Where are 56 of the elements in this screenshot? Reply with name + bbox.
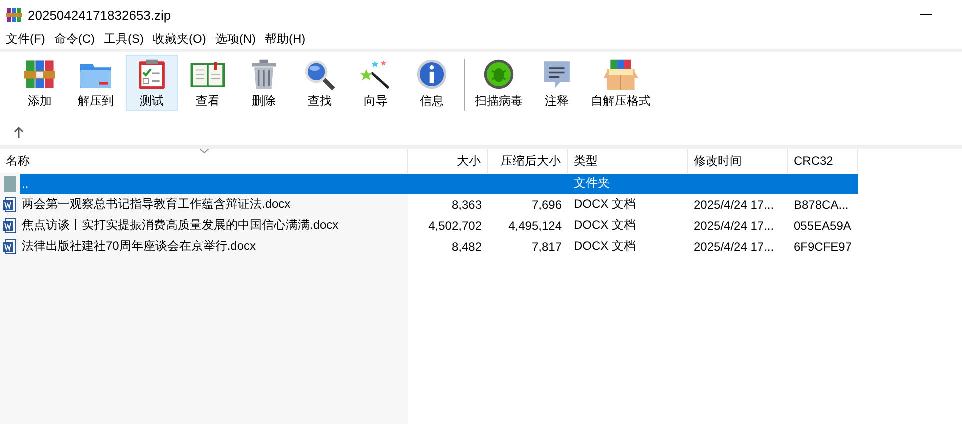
toolbar-button[interactable]: 扫描病毒 (471, 55, 527, 111)
toolbar-button[interactable]: 向导 (350, 55, 402, 111)
word-document-icon (3, 238, 17, 254)
table-cell-text: B878CA... (793, 198, 850, 212)
file-row[interactable]: 焦点访谈丨实打实提振消费高质量发展的中国信心满满.docx 4,502,702 4,495,124 DOCX 文档 2025/4/24 17... 055EA59A (20, 216, 858, 236)
table-cell-text: 7,817 (530, 240, 563, 254)
file-name: 焦点访谈丨实打实提振消费高质量发展的中国信心满满.docx (21, 217, 340, 234)
menu-item[interactable]: 工具(S) (102, 31, 151, 48)
toolbar-button[interactable]: 测试 (126, 55, 178, 111)
menu-item[interactable]: 文件(F) (4, 31, 52, 48)
file-name: 两会第一观察总书记指导教育工作蕴含辩证法.docx (21, 196, 292, 213)
column-header[interactable]: 压缩后大小 (488, 149, 568, 173)
toolbar-button[interactable]: 添加 (14, 55, 66, 111)
toolbar-button[interactable]: 查看 (182, 55, 234, 111)
menu-item[interactable]: 收藏夹(O) (151, 31, 214, 48)
column-header[interactable]: CRC32 (788, 149, 858, 173)
minimize-icon[interactable] (920, 14, 932, 16)
folder-icon (4, 176, 16, 192)
column-header[interactable]: 大小 (408, 149, 488, 173)
column-header[interactable]: 修改时间 (688, 149, 788, 173)
toolbar-button[interactable]: 删除 (238, 55, 290, 111)
table-cell-text: 2025/4/24 17... (693, 218, 776, 232)
file-name: 法律出版社建社70周年座谈会在京举行.docx (21, 238, 258, 255)
window-title: 20250424171832653.zip (28, 8, 172, 22)
word-document-icon (3, 196, 17, 212)
table-cell-text: DOCX 文档 (573, 196, 638, 213)
column-header[interactable]: 类型 (568, 149, 688, 173)
table-cell-text: 6F9CFE97 (793, 240, 854, 254)
sort-caret-icon (200, 149, 209, 154)
table-cell-text: 2025/4/24 17... (693, 198, 776, 212)
toolbar-button[interactable]: 信息 (406, 55, 458, 111)
file-row[interactable]: 两会第一观察总书记指导教育工作蕴含辩证法.docx 8,363 7,696 DOCX 文档 2025/4/24 17... B878CA... (20, 194, 858, 214)
file-row[interactable]: .. 文件夹 (20, 174, 858, 194)
table-cell-text: 文件夹 (573, 175, 611, 192)
file-row[interactable]: 法律出版社建社70周年座谈会在京举行.docx 8,482 7,817 DOCX 文档 2025/4/24 17... 6F9CFE97 (20, 236, 858, 256)
table-cell-text: 7,696 (530, 198, 563, 212)
menu-item[interactable]: 命令(C) (52, 31, 102, 48)
table-cell-text: DOCX 文档 (573, 217, 638, 234)
menu-item[interactable]: 选项(N) (213, 31, 263, 48)
word-document-icon (3, 218, 17, 234)
file-name: .. (21, 176, 30, 190)
toolbar-button[interactable]: 解压到 (70, 55, 122, 111)
column-header[interactable]: 名称 (0, 149, 408, 173)
table-cell-text: 4,495,124 (508, 218, 563, 232)
up-arrow-icon[interactable] (14, 126, 24, 138)
app-icon (6, 7, 22, 23)
table-cell-text: 8,482 (450, 240, 483, 254)
table-cell-text: 8,363 (450, 198, 483, 212)
table-cell-text: 055EA59A (793, 218, 852, 232)
table-cell-text: DOCX 文档 (573, 238, 638, 255)
toolbar-button[interactable]: 注释 (531, 55, 583, 111)
table-cell-text: 4,502,702 (428, 218, 483, 232)
toolbar-button[interactable]: 自解压格式 (587, 55, 655, 111)
table-cell-text: 2025/4/24 17... (693, 240, 776, 254)
menu-item[interactable]: 帮助(H) (263, 31, 313, 48)
toolbar-button[interactable]: 查找 (294, 55, 346, 111)
